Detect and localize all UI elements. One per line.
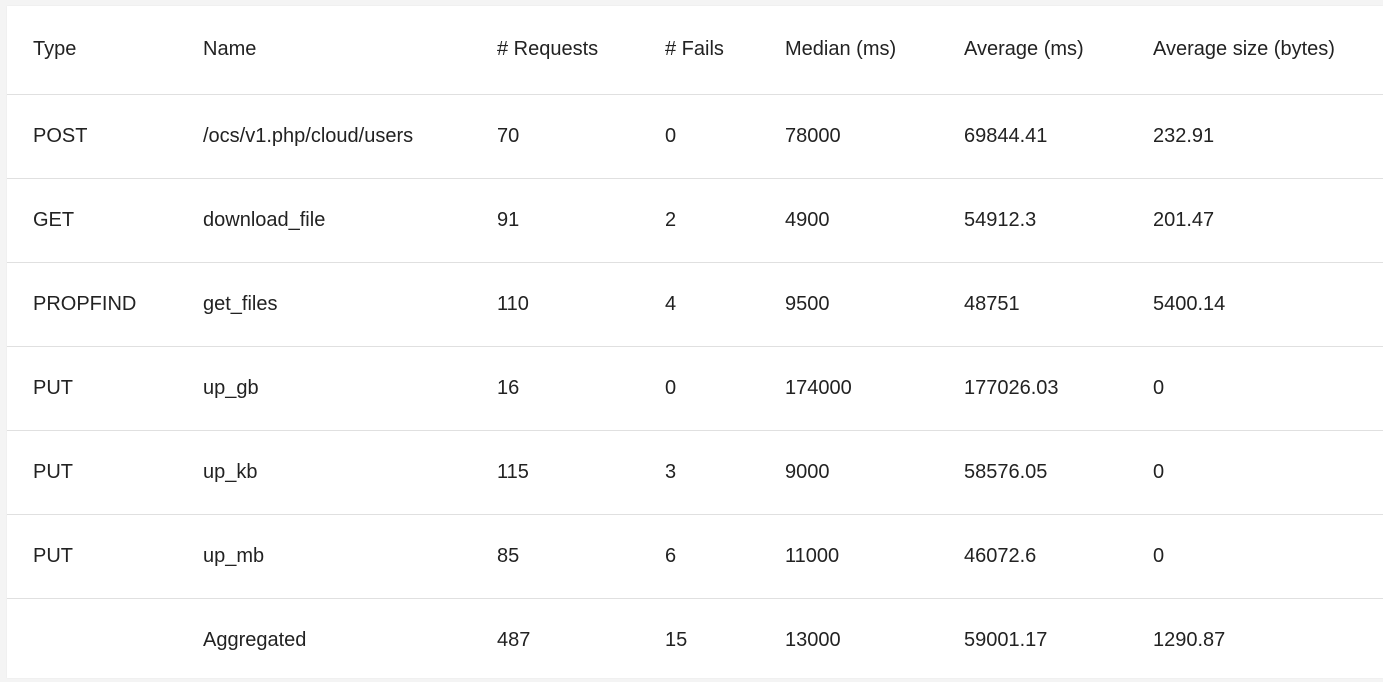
cell-type: GET bbox=[33, 208, 75, 231]
cell-average-size: 0 bbox=[1153, 460, 1165, 483]
table-row: POST /ocs/v1.php/cloud/users 70 0 78000 … bbox=[7, 94, 1383, 178]
column-header-fails[interactable]: # Fails bbox=[639, 6, 759, 94]
request-statistics-table: Type Name # Requests # Fails Median (ms)… bbox=[7, 6, 1383, 682]
cell-requests: 110 bbox=[497, 292, 529, 315]
table-row: PUT up_gb 16 0 174000 177026.03 0 bbox=[7, 346, 1383, 430]
cell-median: 78000 bbox=[785, 124, 841, 147]
cell-average: 48751 bbox=[964, 292, 1020, 315]
cell-requests: 487 bbox=[497, 628, 531, 651]
table-row: PUT up_mb 85 6 11000 46072.6 0 bbox=[7, 514, 1383, 598]
cell-average-size: 0 bbox=[1153, 544, 1165, 567]
cell-requests: 16 bbox=[497, 376, 520, 399]
cell-median: 9000 bbox=[785, 460, 830, 483]
cell-average-size: 5400.14 bbox=[1153, 292, 1226, 315]
table-row: GET download_file 91 2 4900 54912.3 201.… bbox=[7, 178, 1383, 262]
column-header-median[interactable]: Median (ms) bbox=[759, 6, 938, 94]
cell-name: up_mb bbox=[203, 544, 265, 567]
cell-type: PUT bbox=[33, 460, 73, 483]
cell-requests: 91 bbox=[497, 208, 520, 231]
aggregated-row: Aggregated 487 15 13000 59001.17 1290.87 bbox=[7, 598, 1383, 682]
cell-name: download_file bbox=[203, 208, 326, 231]
cell-median: 13000 bbox=[785, 628, 841, 651]
cell-average: 59001.17 bbox=[964, 628, 1048, 651]
cell-average: 54912.3 bbox=[964, 208, 1037, 231]
cell-name: get_files bbox=[203, 292, 278, 315]
cell-median: 4900 bbox=[785, 208, 830, 231]
cell-average-size: 201.47 bbox=[1153, 208, 1215, 231]
cell-type: POST bbox=[33, 124, 88, 147]
column-header-average-size[interactable]: Average size (bytes) bbox=[1127, 6, 1383, 94]
cell-median: 9500 bbox=[785, 292, 830, 315]
cell-requests: 85 bbox=[497, 544, 520, 567]
cell-fails: 3 bbox=[665, 460, 677, 483]
column-header-name[interactable]: Name bbox=[177, 6, 471, 94]
cell-name: up_gb bbox=[203, 376, 259, 399]
cell-average: 58576.05 bbox=[964, 460, 1048, 483]
cell-type: PUT bbox=[33, 544, 73, 567]
column-header-type[interactable]: Type bbox=[7, 6, 177, 94]
cell-median: 11000 bbox=[785, 544, 840, 567]
cell-fails: 4 bbox=[665, 292, 677, 315]
cell-average: 177026.03 bbox=[964, 376, 1059, 399]
cell-name: /ocs/v1.php/cloud/users bbox=[203, 124, 414, 147]
table-header-row: Type Name # Requests # Fails Median (ms)… bbox=[7, 6, 1383, 94]
cell-name: up_kb bbox=[203, 460, 258, 483]
statistics-panel: Type Name # Requests # Fails Median (ms)… bbox=[7, 6, 1383, 678]
cell-type: PUT bbox=[33, 376, 73, 399]
cell-fails: 6 bbox=[665, 544, 677, 567]
cell-average: 69844.41 bbox=[964, 124, 1048, 147]
cell-average-size: 1290.87 bbox=[1153, 628, 1226, 651]
cell-average: 46072.6 bbox=[964, 544, 1037, 567]
cell-requests: 70 bbox=[497, 124, 520, 147]
cell-type: PROPFIND bbox=[33, 292, 137, 315]
cell-median: 174000 bbox=[785, 376, 852, 399]
table-row: PUT up_kb 115 3 9000 58576.05 0 bbox=[7, 430, 1383, 514]
cell-fails: 2 bbox=[665, 208, 677, 231]
column-header-requests[interactable]: # Requests bbox=[471, 6, 639, 94]
cell-name: Aggregated bbox=[203, 628, 307, 651]
cell-average-size: 232.91 bbox=[1153, 124, 1215, 147]
cell-fails: 15 bbox=[665, 628, 688, 651]
table-row: PROPFIND get_files 110 4 9500 48751 5400… bbox=[7, 262, 1383, 346]
cell-average-size: 0 bbox=[1153, 376, 1165, 399]
column-header-average[interactable]: Average (ms) bbox=[938, 6, 1127, 94]
cell-fails: 0 bbox=[665, 124, 677, 147]
cell-fails: 0 bbox=[665, 376, 677, 399]
cell-type bbox=[7, 598, 177, 682]
cell-requests: 115 bbox=[497, 460, 529, 483]
